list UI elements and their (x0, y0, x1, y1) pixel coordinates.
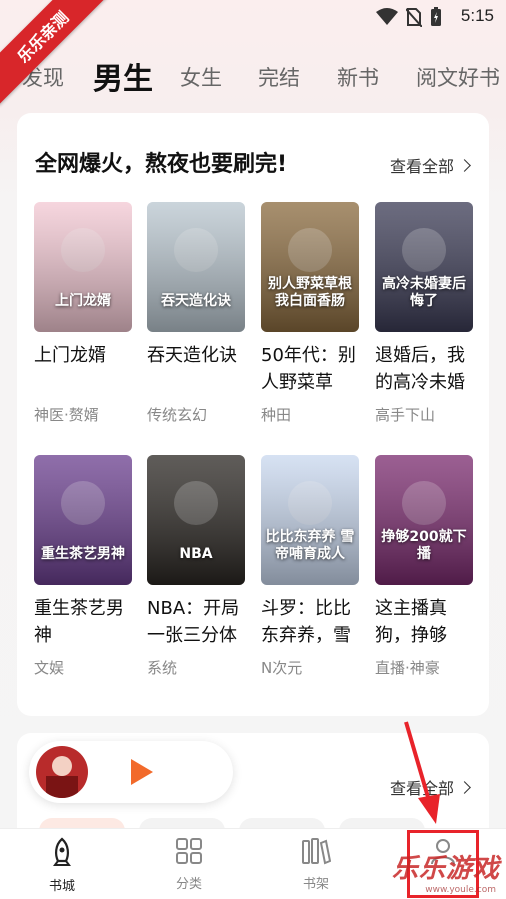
grid-icon (176, 838, 202, 864)
book-cover[interactable]: 挣够200就下播 (375, 455, 473, 585)
bookshelf-icon (302, 838, 332, 865)
book-tag: 种田 (261, 406, 292, 424)
hot-books-card: 全网爆火，熬夜也要刷完! 查看全部 上门龙婿 上门龙婿 神医·赘婿 吞天造化诀 吞天造化… (17, 113, 489, 716)
book-item[interactable]: 高冷未婚妻后悔了退婚后，我的高冷未婚高手下山 (375, 202, 473, 425)
book-item[interactable]: 上门龙婿 上门龙婿 神医·赘婿 (34, 202, 132, 425)
tab-completed[interactable]: 完结 (258, 62, 300, 92)
book-item[interactable]: 吞天造化诀 吞天造化诀 传统玄幻 (147, 202, 245, 425)
book-cover-text: 比比东弃养 雪帝哺育成人 (265, 529, 355, 562)
watermark: 乐乐游戏 (391, 854, 500, 884)
book-cover[interactable]: 上门龙婿 (34, 202, 132, 332)
book-tag: 直播·神豪 (375, 659, 440, 677)
book-tag: 系统 (147, 659, 178, 677)
book-cover-text: 别人野菜草根 我白面香肠 (268, 276, 352, 309)
book-cover-text: 重生茶艺男神 (41, 546, 125, 562)
audio-player[interactable] (29, 741, 233, 803)
book-title: 斗罗：比比东弃养，雪 (261, 598, 351, 646)
no-sim-icon (406, 8, 422, 27)
chevron-right-icon (458, 780, 471, 794)
book-tag: 神医·赘婿 (34, 406, 99, 424)
book-item[interactable]: 挣够200就下播这主播真狗，挣够直播·神豪 (375, 455, 473, 678)
book-title: 退婚后，我的高冷未婚 (375, 345, 465, 393)
book-cover-text: 上门龙婿 (55, 293, 111, 309)
tab-male[interactable]: 男生 (93, 54, 153, 98)
wifi-icon (376, 8, 398, 25)
book-item[interactable]: 别人野菜草根 我白面香肠 50年代：别人野菜草种田 (261, 202, 359, 425)
battery-icon (431, 7, 441, 26)
book-cover-text: NBA (179, 546, 213, 562)
book-cover-text: 吞天造化诀 (161, 293, 231, 309)
book-title: 上门龙婿 (34, 345, 106, 366)
book-tag: 文娱 (34, 659, 65, 677)
audio-cover (36, 746, 88, 798)
book-cover[interactable]: 高冷未婚妻后悔了 (375, 202, 473, 332)
nav-category[interactable]: 分类 (149, 837, 229, 892)
book-title: NBA：开局一张三分体 (147, 598, 240, 646)
tab-new[interactable]: 新书 (337, 62, 379, 92)
book-item[interactable]: 比比东弃养 雪帝哺育成人斗罗：比比东弃养，雪 N次元 (261, 455, 359, 678)
book-title: 重生茶艺男神 (34, 598, 124, 646)
book-cover-text: 挣够200就下播 (381, 529, 467, 562)
book-cover[interactable]: 别人野菜草根 我白面香肠 (261, 202, 359, 332)
book-tag: N次元 (261, 659, 303, 677)
chevron-right-icon (458, 158, 471, 172)
book-title: 吞天造化诀 (147, 345, 237, 366)
rocket-icon (53, 837, 71, 866)
book-cover[interactable]: 比比东弃养 雪帝哺育成人 (261, 455, 359, 585)
book-item[interactable]: NBA NBA：开局一张三分体系统 (147, 455, 245, 678)
nav-bookshelf[interactable]: 书架 (276, 837, 356, 892)
book-tag: 传统玄幻 (147, 406, 208, 424)
book-tag: 高手下山 (375, 406, 436, 424)
nav-bookstore[interactable]: 书城 (22, 837, 102, 894)
status-time: 5:15 (460, 6, 494, 25)
tab-good-books[interactable]: 阅文好书 (416, 62, 500, 92)
see-all-link[interactable]: 查看全部 (390, 153, 471, 177)
section-title: 全网爆火，熬夜也要刷完! (35, 152, 288, 177)
book-cover[interactable]: 吞天造化诀 (147, 202, 245, 332)
book-item[interactable]: 重生茶艺男神 重生茶艺男神 文娱 (34, 455, 132, 678)
top-tabs: 发现 男生 女生 完结 新书 阅文好书 (0, 52, 506, 102)
book-cover-text: 高冷未婚妻后悔了 (382, 276, 466, 309)
play-icon[interactable] (131, 759, 153, 785)
tab-female[interactable]: 女生 (180, 62, 222, 92)
book-cover[interactable]: 重生茶艺男神 (34, 455, 132, 585)
red-arrow-annotation (404, 721, 440, 824)
book-title: 这主播真狗，挣够 (375, 598, 447, 646)
book-title: 50年代：别人野菜草 (261, 345, 356, 393)
book-cover[interactable]: NBA (147, 455, 245, 585)
watermark-url: www.youle.com (425, 885, 496, 895)
